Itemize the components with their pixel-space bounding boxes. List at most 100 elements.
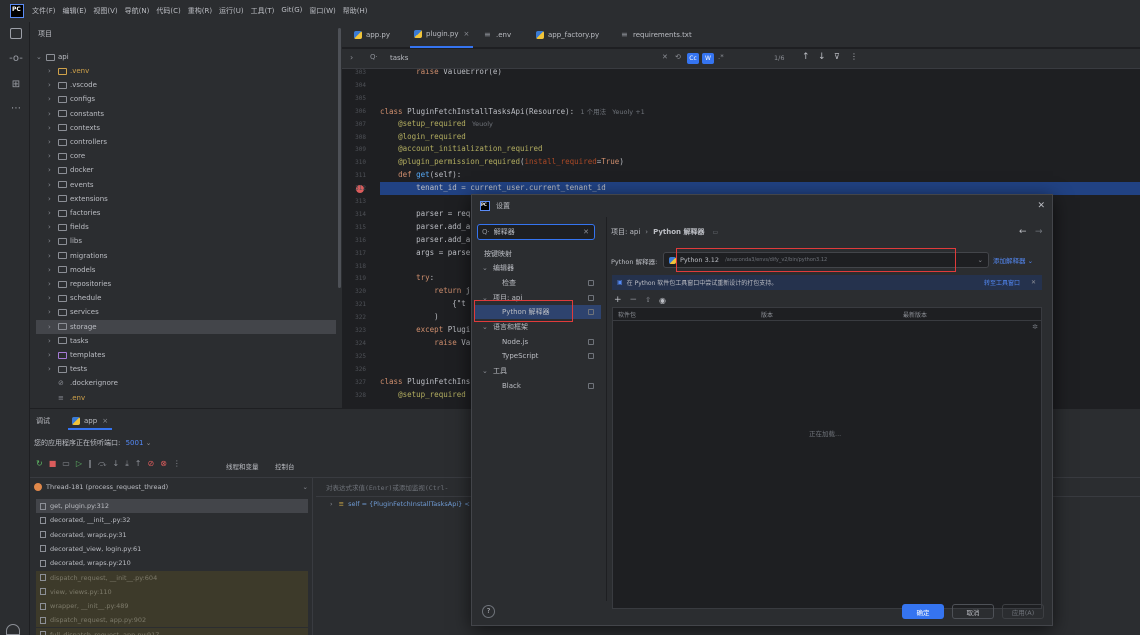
view-breakpoints-icon[interactable]: ▭ — [62, 459, 70, 469]
menu-item[interactable]: 窗口(W) — [309, 6, 335, 16]
resume-icon[interactable]: ▷ — [76, 459, 82, 469]
tree-item[interactable]: › .vscode — [36, 78, 336, 92]
add-package-icon[interactable]: + — [614, 295, 622, 305]
tree-item[interactable]: › factories — [36, 206, 336, 220]
pause-icon[interactable]: ‖ — [88, 459, 92, 469]
apply-button[interactable]: 应用(A) — [1002, 604, 1044, 619]
close-icon[interactable]: × — [102, 417, 108, 425]
step-into-my-code-icon[interactable]: ⤓ — [125, 459, 129, 469]
go-to-tool-window-link[interactable]: 转至工具窗口 — [984, 278, 1020, 287]
nav-item[interactable]: TypeScript — [502, 350, 594, 363]
close-icon[interactable]: ✕ — [1031, 279, 1036, 286]
rerun-icon[interactable]: ↻ — [36, 459, 43, 469]
find-input[interactable]: tasks — [390, 54, 408, 62]
tree-item[interactable]: › schedule — [36, 291, 336, 305]
stack-frame[interactable]: decorated, wraps.py:210 — [36, 556, 308, 570]
tab-app_factory-py[interactable]: app_factory.py — [532, 22, 603, 48]
tree-root-api[interactable]: ⌄ api — [36, 50, 69, 64]
collapse-icon[interactable]: › — [350, 53, 353, 62]
tree-item[interactable]: › controllers — [36, 135, 336, 149]
next-match-icon[interactable]: ↓ — [818, 52, 826, 62]
menu-item[interactable]: 编辑(E) — [63, 6, 87, 16]
clear-icon[interactable]: ⊗ — [160, 459, 167, 469]
remove-package-icon[interactable]: − — [630, 295, 638, 305]
column-version[interactable]: 版本 — [761, 310, 773, 319]
menu-item[interactable]: 代码(C) — [156, 6, 180, 16]
upgrade-package-icon[interactable]: ⇧ — [645, 296, 651, 304]
clear-search-icon[interactable]: ✕ — [583, 228, 589, 236]
tree-item[interactable]: › models — [36, 263, 336, 277]
tree-item[interactable]: › constants — [36, 107, 336, 121]
packages-table[interactable]: 软件包 版本 最新版本 ✲ 正在加载... — [612, 307, 1042, 609]
more-options-icon[interactable]: ⋮ — [850, 52, 858, 61]
step-out-icon[interactable]: ↑ — [135, 459, 142, 469]
console-tab[interactable]: 控制台 — [275, 461, 295, 471]
tree-item[interactable]: ⊘ .dockerignore — [36, 376, 336, 390]
evaluate-expression-input[interactable]: 对表达式求值(Enter)或添加监视(Ctrl- — [326, 482, 448, 492]
tree-item[interactable]: › tasks — [36, 334, 336, 348]
add-interpreter-link[interactable]: 添加解释器 ⌄ — [993, 255, 1033, 265]
tree-item[interactable]: › templates — [36, 348, 336, 362]
regex-toggle[interactable]: .* — [718, 53, 724, 61]
app-run-tab[interactable]: app × — [68, 414, 113, 430]
tab-plugin-py[interactable]: plugin.py × — [410, 22, 474, 48]
commit-icon[interactable]: -o- — [9, 52, 23, 66]
tree-item[interactable]: › migrations — [36, 249, 336, 263]
search-history-icon[interactable]: ⟲ — [675, 53, 681, 61]
tree-item[interactable]: › core — [36, 149, 336, 163]
menu-item[interactable]: 工具(T) — [251, 6, 275, 16]
close-icon[interactable]: ✕ — [1037, 201, 1045, 211]
menu-item[interactable]: 重构(R) — [188, 6, 212, 16]
menu-item[interactable]: 帮助(H) — [343, 6, 368, 16]
column-latest-version[interactable]: 最新版本 — [903, 310, 927, 319]
debug-tab[interactable]: 调试 — [36, 416, 50, 426]
tree-item[interactable]: › storage — [36, 319, 336, 334]
clear-search-icon[interactable]: ✕ — [662, 53, 668, 61]
menu-item[interactable]: 导航(N) — [125, 6, 150, 16]
menu-item[interactable]: 视图(V) — [93, 6, 117, 16]
variable-self[interactable]: › ≡ self = {PluginFetchInstallTasksApi} … — [330, 500, 470, 508]
structure-icon[interactable]: ⊞ — [9, 78, 23, 92]
mute-breakpoints-icon[interactable]: ⊘ — [148, 459, 155, 469]
tree-item[interactable]: › events — [36, 178, 336, 192]
nav-item[interactable]: ⌄ 语言和框架 — [482, 321, 594, 334]
nav-item[interactable]: 按键映射 — [484, 247, 594, 260]
close-icon[interactable]: × — [463, 30, 469, 38]
column-package[interactable]: 软件包 — [618, 310, 636, 319]
help-icon[interactable]: ? — [482, 605, 495, 618]
nav-item[interactable]: 检查 — [502, 276, 594, 289]
tree-item[interactable]: › libs — [36, 234, 336, 248]
nav-item[interactable]: Black — [502, 379, 594, 392]
more-icon[interactable]: ⋮ — [173, 459, 181, 469]
tree-item[interactable]: › docker — [36, 163, 336, 177]
tree-item[interactable]: › .venv — [36, 64, 336, 78]
stack-frame[interactable]: view, views.py:110 — [36, 584, 308, 599]
forward-arrow-icon[interactable]: → — [1035, 227, 1043, 237]
stop-icon[interactable]: ■ — [49, 459, 57, 469]
chevron-down-icon[interactable]: ⌄ — [146, 439, 152, 447]
nav-item[interactable]: ⌄ 工具 — [482, 365, 594, 378]
stack-frame[interactable]: full_dispatch_request, app.py:917 — [36, 627, 308, 635]
breadcrumb-project[interactable]: 项目: api — [611, 227, 640, 237]
tree-item[interactable]: › services — [36, 305, 336, 319]
port-link[interactable]: 5001 — [126, 439, 144, 447]
nav-item[interactable]: Node.js — [502, 335, 594, 348]
tree-item[interactable]: › extensions — [36, 192, 336, 206]
tab-app-py[interactable]: app.py — [350, 22, 394, 48]
tree-item[interactable]: › configs — [36, 92, 336, 106]
project-folder-icon[interactable] — [10, 28, 22, 39]
stack-frame[interactable]: dispatch_request, __init__.py:604 — [36, 570, 308, 585]
stack-frame[interactable]: decorated, __init__.py:32 — [36, 513, 308, 527]
whole-word-toggle[interactable]: W — [702, 53, 714, 64]
step-into-icon[interactable]: ↓ — [113, 459, 120, 469]
previous-match-icon[interactable]: ↑ — [802, 52, 810, 62]
tree-item[interactable]: › repositories — [36, 277, 336, 291]
menu-item[interactable]: 文件(F) — [32, 6, 56, 16]
filter-icon[interactable]: ⊽ — [834, 52, 840, 61]
ok-button[interactable]: 确定 — [902, 604, 944, 619]
stack-frame[interactable]: get, plugin.py:312 — [36, 499, 308, 513]
back-arrow-icon[interactable]: ← — [1019, 227, 1027, 237]
show-early-releases-icon[interactable]: ◉ — [659, 296, 666, 305]
tree-item[interactable]: › tests — [36, 362, 336, 376]
cancel-button[interactable]: 取消 — [952, 604, 994, 619]
